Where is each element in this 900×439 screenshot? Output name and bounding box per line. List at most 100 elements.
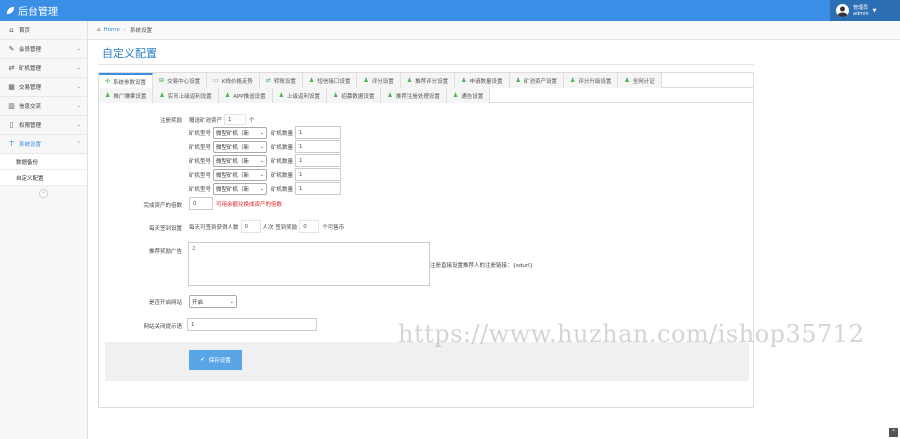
tab-app-push[interactable]: ♟ APP推送设置 <box>218 88 273 103</box>
tab-row-1: ✣ 系统参数设置 ⊞ 交易中心设置 ▭ K线价格走势 ⇄ 转账设置 ♟ 短信接口设置 ♟ 评… <box>99 73 753 88</box>
tab-label: 系统参数设置 <box>113 79 147 86</box>
tab-referral-register[interactable]: ♟ 推荐注册处理设置 <box>381 88 447 103</box>
tab-real-coin-rebate[interactable]: ♟ 实币上级返利设置 <box>153 88 219 103</box>
signin-text3: 个可售币 <box>322 224 345 231</box>
register-gift-count-row: 赠送矿池资产 1 个 <box>189 114 255 125</box>
app-logo[interactable]: 后台管理 <box>6 3 58 18</box>
sidebar-item-home[interactable]: ⌂ 首页 <box>0 21 87 40</box>
caret-down-icon: ▼ <box>872 7 877 14</box>
user-role: admin <box>853 10 869 17</box>
miner-qty-input[interactable]: 1 <box>295 140 342 153</box>
register-gift-count-input[interactable]: 1 <box>224 114 247 125</box>
register-gift-count-unit: 个 <box>249 117 255 124</box>
breadcrumb-current: 系统设置 <box>129 28 152 34</box>
sidebar-item-members[interactable]: ✎ 会员管理 ⌄ <box>0 40 87 59</box>
miner-row: 矿机型号 微型矿机（新 ⌄ 矿机数量 1 <box>189 126 342 139</box>
tab-kline[interactable]: ▭ K线价格走势 <box>207 73 260 88</box>
sidebar-item-miners[interactable]: ⇄ 矿机管理 ⌄ <box>0 59 87 78</box>
tab-system-params[interactable]: ✣ 系统参数设置 <box>99 73 154 88</box>
site-close-msg-label: 网站关闭提示语 <box>143 324 182 330</box>
miner-type-select[interactable]: 微型矿机（新 ⌄ <box>213 126 268 139</box>
home-icon: ⌂ <box>97 27 101 33</box>
sidebar-item-label: 权限管理 <box>19 123 42 129</box>
signin-text1: 每天可签到获得人数 <box>189 224 239 231</box>
miner-type-label: 矿机型号 <box>189 130 212 137</box>
miner-qty-input[interactable]: 1 <box>295 168 342 181</box>
bell-icon: ♟ <box>105 92 111 99</box>
signin-reward-input[interactable]: 0 <box>299 220 320 233</box>
miner-qty-input[interactable]: 1 <box>295 154 342 167</box>
miner-qty-input[interactable]: 1 <box>295 182 342 195</box>
tab-apply-qty[interactable]: ♟ 申请数量设置 <box>455 73 510 88</box>
tab-referral-score[interactable]: ♟ 推荐评分设置 <box>400 73 456 88</box>
tab-label: APP推送设置 <box>233 93 266 100</box>
tab-sms[interactable]: ♟ 短信接口设置 <box>302 73 358 88</box>
miner-type-select[interactable]: 微型矿机（新 ⌄ <box>213 182 268 195</box>
miner-type-select[interactable]: 微型矿机（新 ⌄ <box>213 168 268 181</box>
sidebar-item-permissions[interactable]: ▯ 权限管理 ⌄ <box>0 116 87 135</box>
tab-label: 实币上级返利设置 <box>167 93 212 100</box>
tab-label: 通告设置 <box>461 93 484 100</box>
miner-type-value: 微型矿机（新 <box>216 130 250 137</box>
tab-trade-center[interactable]: ⊞ 交易中心设置 <box>153 73 208 88</box>
tab-label: 全网计证 <box>632 78 655 85</box>
text-icon: T <box>9 140 14 148</box>
tab-label: 上级返利设置 <box>287 93 321 100</box>
ad-note: 注册直接设置推荐人的注册链接：{sdurl} <box>430 263 534 269</box>
tab-pool-assets[interactable]: ♟ 矿池资产设置 <box>509 73 564 88</box>
complete-count-row: 0 可用余额兑换成资产的倍数 <box>189 197 282 210</box>
sidebar-item-messages[interactable]: ▥ 信息交流 ⌄ <box>0 97 87 116</box>
miner-qty-input[interactable]: 1 <box>295 126 342 139</box>
tab-score[interactable]: ♟ 评分设置 <box>357 73 401 88</box>
collapse-sidebar-button[interactable]: « <box>39 189 48 198</box>
signin-count-input[interactable]: 0 <box>240 220 261 233</box>
sidebar-item-label: 矿机管理 <box>19 66 42 72</box>
tab-notice[interactable]: ♟ 通告设置 <box>446 88 491 103</box>
sidebar-subitem-backup[interactable]: 数据备份 <box>0 154 87 170</box>
grid-icon: ▦ <box>8 83 15 91</box>
tab-promo[interactable]: ♟ 推广赚果设置 <box>99 88 154 103</box>
tab-score-upgrade[interactable]: ♟ 评分升级设置 <box>563 73 619 88</box>
tab-label: 推广赚果设置 <box>113 93 147 100</box>
sidebar-item-label: 信息交流 <box>19 104 42 110</box>
chevron-down-icon: ⌄ <box>259 129 265 136</box>
site-open-select[interactable]: 开启 ⌄ <box>189 295 237 308</box>
ad-textarea[interactable]: 2 <box>188 242 430 286</box>
chart-icon: ▥ <box>8 102 15 110</box>
tab-label: 申请数量设置 <box>469 78 503 85</box>
chevron-down-icon: ⌄ <box>229 298 234 305</box>
sidebar-subitem-custom-config[interactable]: 自定义配置 <box>0 170 87 186</box>
miner-qty-label: 矿机数量 <box>271 144 294 151</box>
tab-rebate[interactable]: ♟ 上级返利设置 <box>272 88 328 103</box>
chevron-down-icon: ⌄ <box>76 103 81 109</box>
complete-count-input[interactable]: 0 <box>189 197 213 210</box>
settings-icon: ✣ <box>105 78 111 85</box>
user-menu[interactable]: 管理员 admin ▼ <box>830 0 900 21</box>
user-info: 管理员 admin <box>853 5 869 17</box>
sidebar-item-label: 首页 <box>19 28 31 34</box>
tab-network[interactable]: ♟ 全网计证 <box>618 73 662 88</box>
chevron-down-icon: ⌄ <box>259 171 265 178</box>
breadcrumb-separator-icon: › <box>123 27 126 33</box>
sidebar: ⌂ 首页 ✎ 会员管理 ⌄ ⇄ 矿机管理 ⌄ ▦ 交易管理 ⌄ ▥ 信息交流 ⌄… <box>0 21 88 439</box>
miner-type-select[interactable]: 微型矿机（新 ⌄ <box>213 140 268 153</box>
tab-recruit[interactable]: ♟ 招募数据设置 <box>327 88 382 103</box>
breadcrumb-home-link[interactable]: Home <box>104 27 120 33</box>
save-button[interactable]: ✔ 保存设置 <box>189 350 242 370</box>
title-divider <box>98 64 754 65</box>
miner-row: 矿机型号 微型矿机（新 ⌄ 矿机数量 1 <box>189 140 342 153</box>
miner-type-select[interactable]: 微型矿机（新 ⌄ <box>213 154 268 167</box>
tab-label: 评分升级设置 <box>578 78 612 85</box>
site-close-msg-input[interactable]: 1 <box>187 318 317 331</box>
sidebar-item-settings[interactable]: T 系统设置 ⌃ <box>0 135 87 154</box>
transfer-icon: ⇄ <box>265 77 271 84</box>
check-icon: ✔ <box>200 357 205 363</box>
sidebar-item-trades[interactable]: ▦ 交易管理 ⌄ <box>0 78 87 97</box>
miner-type-value: 微型矿机（新 <box>216 172 250 179</box>
signin-row: 每天可签到获得人数 0 人次 签到奖励 0 个可售币 <box>189 220 344 233</box>
bell-icon: ♟ <box>387 92 393 99</box>
scroll-top-button[interactable]: ⌃ <box>889 428 898 437</box>
user-name: 管理员 <box>853 4 869 11</box>
tab-transfer[interactable]: ⇄ 转账设置 <box>259 73 303 88</box>
avatar <box>836 4 849 17</box>
